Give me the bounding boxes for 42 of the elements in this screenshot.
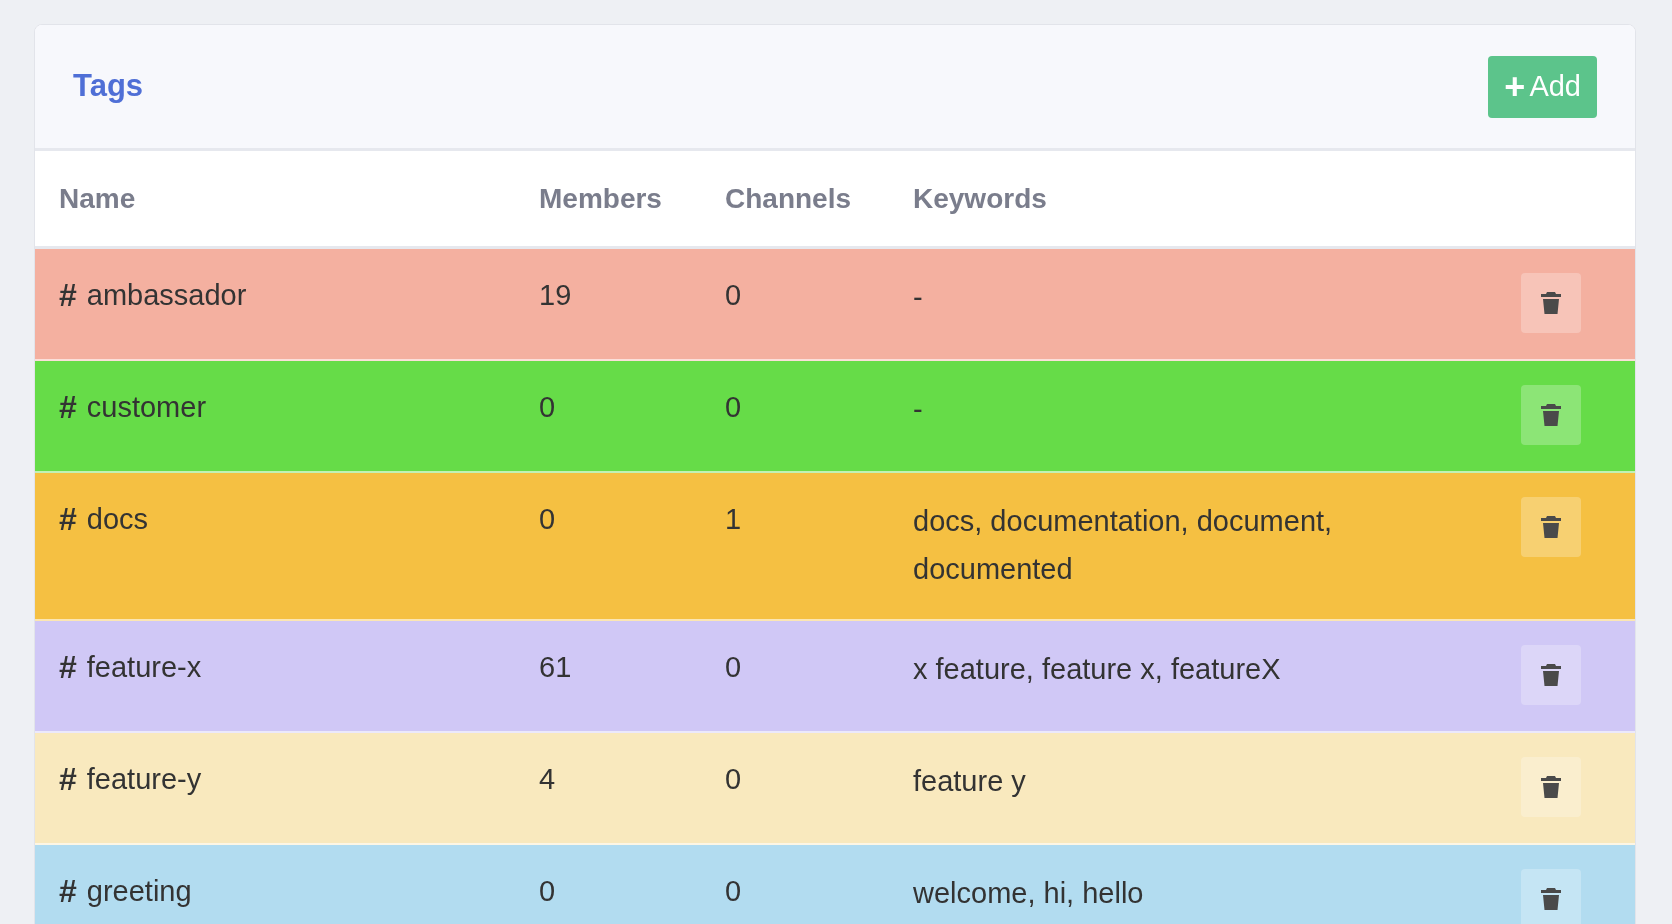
table-cell-text: 61 <box>539 650 573 685</box>
trash-icon <box>1540 403 1562 427</box>
table-cell-text: docs, documentation, document, documented <box>913 504 1334 587</box>
delete-button[interactable] <box>1521 273 1581 333</box>
add-button[interactable]: +Add <box>1488 55 1597 118</box>
tag-name: # customer <box>59 388 208 427</box>
table-cell-text: - <box>913 280 924 315</box>
table-cell-text: 4 <box>539 762 557 797</box>
tag-name: # feature-x <box>59 648 203 687</box>
delete-button[interactable] <box>1521 645 1581 705</box>
column-header: Name <box>59 181 137 216</box>
tag-name: # docs <box>59 500 150 539</box>
table-cell-text: 0 <box>725 874 743 909</box>
tag-name: # feature-y <box>59 760 203 799</box>
column-header: Members <box>539 181 663 216</box>
table-cell-text: 1 <box>725 502 743 537</box>
table-cell-text: x feature, feature x, featureX <box>913 652 1282 687</box>
delete-button[interactable] <box>1521 385 1581 445</box>
delete-button[interactable] <box>1521 869 1581 924</box>
trash-icon <box>1540 291 1562 315</box>
trash-icon <box>1540 887 1562 911</box>
trash-icon <box>1540 663 1562 687</box>
table-cell-text: - <box>913 392 924 427</box>
card-title: Tags <box>73 67 144 106</box>
table-cell-text: 0 <box>725 650 743 685</box>
table-cell-text: 0 <box>539 502 557 537</box>
table-cell-text: feature y <box>913 764 1027 799</box>
tag-name: # ambassador <box>59 276 248 315</box>
column-header: Channels <box>725 181 853 216</box>
table-cell-text: welcome, hi, hello <box>913 876 1145 911</box>
table-cell-text: 0 <box>725 762 743 797</box>
delete-button[interactable] <box>1521 757 1581 817</box>
table-cell-text: 0 <box>539 390 557 425</box>
tag-name: # greeting <box>59 872 193 911</box>
delete-button[interactable] <box>1521 497 1581 557</box>
column-header: Keywords <box>913 181 1048 216</box>
table-cell-text: 0 <box>725 278 743 313</box>
table-cell-text: 0 <box>539 874 557 909</box>
trash-icon <box>1540 515 1562 539</box>
table-cell-text: 19 <box>539 278 573 313</box>
table-cell-text: 0 <box>725 390 743 425</box>
trash-icon <box>1540 775 1562 799</box>
